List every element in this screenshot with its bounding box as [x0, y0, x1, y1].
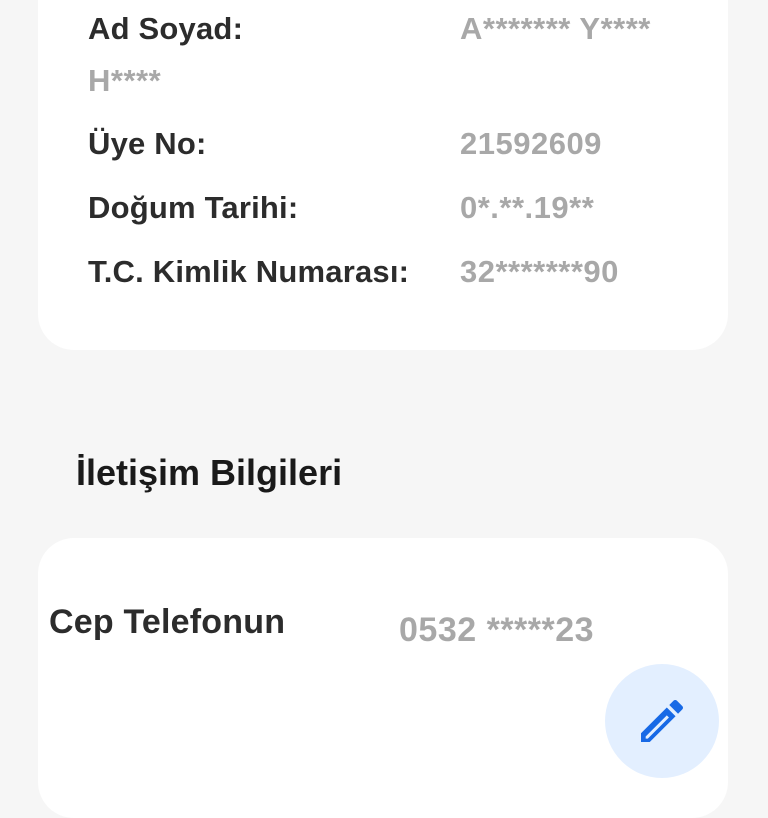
- member-no-label: Üye No:: [88, 126, 207, 161]
- phone-value: 0532 *****23: [399, 611, 595, 649]
- pencil-icon: [641, 699, 684, 742]
- name-value-line2: H****: [88, 63, 162, 98]
- birth-date-value: 0*.**.19**: [460, 190, 595, 225]
- phone-label: Cep Telefonun: [49, 603, 286, 641]
- tc-id-label: T.C. Kimlik Numarası:: [88, 254, 410, 289]
- edit-phone-button[interactable]: [605, 664, 719, 778]
- tc-id-value: 32*******90: [460, 254, 619, 289]
- name-value-line1: A******* Y****: [460, 11, 651, 46]
- name-label: Ad Soyad:: [88, 11, 244, 46]
- member-no-value: 21592609: [460, 126, 602, 161]
- personal-info-card: [38, 0, 728, 350]
- contact-section-title: İletişim Bilgileri: [76, 452, 343, 493]
- birth-date-label: Doğum Tarihi:: [88, 190, 299, 225]
